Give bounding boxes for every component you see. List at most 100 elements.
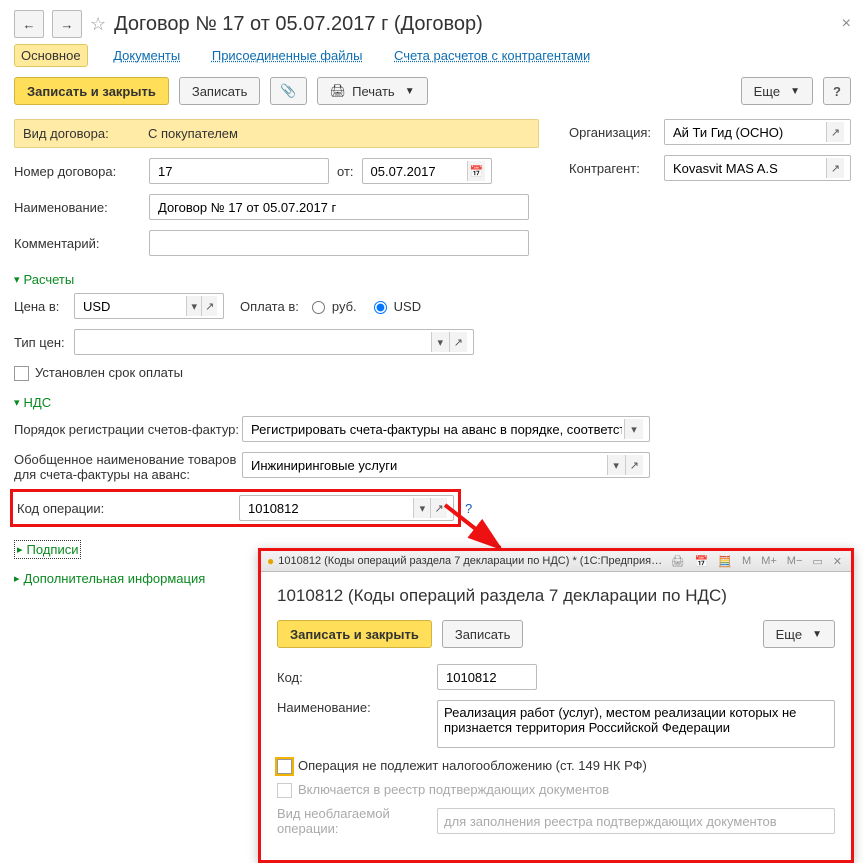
op-code-input[interactable]: ▾ ↗ [239, 495, 454, 521]
chevron-down-icon[interactable]: ▾ [431, 332, 449, 352]
registry-label: Включается в реестр подтверждающих докум… [298, 782, 609, 797]
contract-type-label: Вид договора: [23, 126, 148, 141]
open-icon[interactable]: ↗ [449, 332, 467, 352]
comment-label: Комментарий: [14, 236, 149, 251]
extra-info-label: Дополнительная информация [24, 571, 206, 586]
chevron-down-icon: ▾ [14, 396, 20, 409]
chevron-right-icon: ▸ [17, 543, 23, 556]
gen-name-input[interactable]: ▾ ↗ [242, 452, 650, 478]
pay-in-label: Оплата в: [240, 299, 299, 314]
m-plus-button[interactable]: M+ [758, 555, 780, 567]
calc-icon[interactable]: 🧮 [715, 555, 735, 568]
contract-type-value: С покупателем [148, 126, 238, 141]
dialog-save-close-button[interactable]: Записать и закрыть [277, 620, 432, 648]
vat-section-label: НДС [24, 395, 52, 410]
paperclip-icon: 📎 [280, 83, 296, 99]
vat-section-toggle[interactable]: ▾ НДС [14, 395, 51, 410]
print-icon[interactable]: 🖨 [668, 555, 688, 568]
chevron-down-icon[interactable]: ▾ [607, 455, 625, 475]
attach-button[interactable]: 📎 [270, 77, 306, 105]
code-input[interactable] [437, 664, 537, 690]
org-input[interactable]: ↗ [664, 119, 851, 145]
number-input[interactable] [149, 158, 329, 184]
chevron-right-icon: ▸ [14, 572, 20, 585]
type-price-label: Тип цен: [14, 335, 74, 350]
number-label: Номер договора: [14, 164, 149, 179]
open-icon[interactable]: ↗ [826, 122, 844, 142]
op-code-label: Код операции: [17, 501, 239, 516]
extra-info-toggle[interactable]: ▸ Дополнительная информация [14, 571, 205, 586]
tab-files[interactable]: Присоединенные файлы [206, 45, 369, 66]
more-label: Еще [754, 84, 780, 99]
open-icon[interactable]: ↗ [826, 158, 844, 178]
chevron-down-icon: ▼ [790, 86, 800, 97]
price-in-input[interactable]: ▾ ↗ [74, 293, 224, 319]
chevron-down-icon: ▼ [812, 629, 822, 640]
open-icon[interactable]: ↗ [625, 455, 643, 475]
payment-term-checkbox[interactable] [14, 366, 29, 381]
chevron-down-icon: ▾ [14, 273, 20, 286]
name-input[interactable] [149, 194, 529, 220]
close-icon[interactable]: ✕ [830, 555, 845, 568]
signatures-toggle[interactable]: ▸ Подписи [14, 540, 81, 559]
app-icon: ● [267, 554, 274, 568]
code-label: Код: [277, 670, 437, 685]
op-code-dialog: ● 1010812 (Коды операций раздела 7 декла… [258, 548, 854, 863]
dialog-save-button[interactable]: Записать [442, 620, 524, 648]
not-taxable-checkbox[interactable] [277, 759, 292, 774]
chevron-down-icon[interactable]: ▾ [186, 296, 202, 316]
calc-section-toggle[interactable]: ▾ Расчеты [14, 272, 74, 287]
registry-checkbox [277, 783, 292, 798]
m-button[interactable]: M [739, 555, 754, 567]
counterparty-label: Контрагент: [569, 161, 664, 176]
price-in-label: Цена в: [14, 299, 74, 314]
name-label: Наименование: [14, 200, 149, 215]
tab-documents[interactable]: Документы [107, 45, 186, 66]
more-button[interactable]: Еще ▼ [741, 77, 813, 105]
counterparty-input[interactable]: ↗ [664, 155, 851, 181]
tab-accounts[interactable]: Счета расчетов с контрагентами [388, 45, 596, 66]
type-price-input[interactable]: ▾ ↗ [74, 329, 474, 355]
printer-icon: 🖨 [330, 83, 347, 99]
close-icon[interactable]: × [842, 15, 851, 33]
print-button[interactable]: 🖨 Печать ▼ [317, 77, 428, 105]
kind-label: Вид необлагаемой операции: [277, 806, 437, 836]
print-label: Печать [352, 84, 395, 99]
date-input[interactable]: 📅 [362, 158, 492, 184]
m-minus-button[interactable]: M− [784, 555, 806, 567]
dialog-heading: 1010812 (Коды операций раздела 7 деклара… [277, 586, 835, 606]
tab-main[interactable]: Основное [14, 44, 88, 67]
page-title: Договор № 17 от 05.07.2017 г (Договор) [114, 13, 834, 36]
dialog-name-input[interactable]: Реализация работ (услуг), местом реализа… [437, 700, 835, 748]
calendar-icon[interactable]: 📅 [467, 161, 484, 181]
dialog-title: 1010812 (Коды операций раздела 7 деклара… [278, 555, 663, 567]
dialog-more-button[interactable]: Еще ▼ [763, 620, 835, 648]
save-close-button[interactable]: Записать и закрыть [14, 77, 169, 105]
pay-rub-radio[interactable]: руб. [307, 298, 357, 314]
gen-name-label: Обобщенное наименование товаров для счет… [14, 452, 242, 482]
kind-input: для заполнения реестра подтверждающих до… [437, 808, 835, 834]
calendar-icon[interactable]: 📅 [692, 555, 712, 568]
back-button[interactable]: ← [14, 10, 44, 38]
chevron-down-icon: ▼ [405, 86, 415, 97]
comment-input[interactable] [149, 230, 529, 256]
reg-order-input[interactable]: ▾ [242, 416, 650, 442]
chevron-down-icon[interactable]: ▾ [624, 419, 643, 439]
dialog-name-label: Наименование: [277, 700, 437, 715]
chevron-down-icon[interactable]: ▾ [413, 498, 430, 518]
favorite-icon[interactable]: ☆ [90, 14, 106, 35]
help-button[interactable]: ? [823, 77, 851, 105]
reg-order-label: Порядок регистрации счетов-фактур: [14, 422, 242, 437]
maximize-icon[interactable]: ▭ [809, 555, 825, 568]
calc-section-label: Расчеты [24, 272, 75, 287]
from-label: от: [337, 164, 354, 179]
pay-usd-radio[interactable]: USD [369, 298, 421, 314]
not-taxable-label: Операция не подлежит налогообложению (ст… [298, 758, 647, 773]
payment-term-label: Установлен срок оплаты [35, 365, 183, 380]
signatures-label: Подписи [27, 542, 79, 557]
org-label: Организация: [569, 125, 664, 140]
open-icon[interactable]: ↗ [201, 296, 217, 316]
tab-bar: Основное Документы Присоединенные файлы … [14, 44, 851, 67]
forward-button[interactable]: → [52, 10, 82, 38]
save-button[interactable]: Записать [179, 77, 261, 105]
